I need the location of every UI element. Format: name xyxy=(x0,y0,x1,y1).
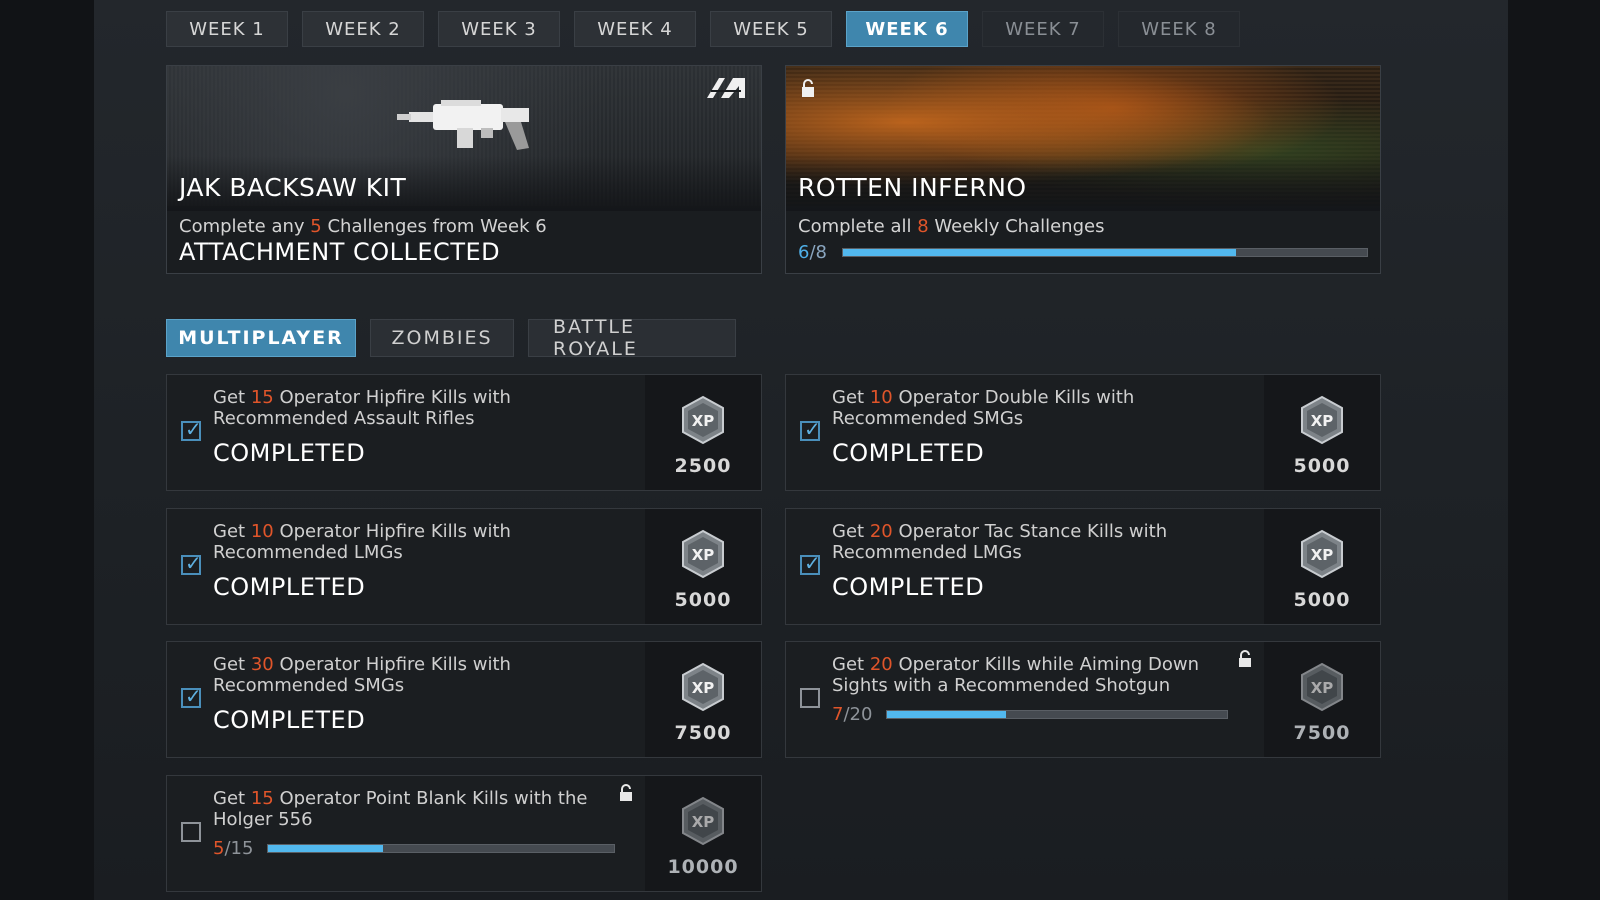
challenge-card[interactable]: ✓ Get 10 Operator Double Kills with Reco… xyxy=(785,374,1381,491)
completed-checkbox: ✓ xyxy=(181,684,202,708)
completed-checkbox: ✓ xyxy=(181,551,202,575)
xp-icon: XP xyxy=(1301,529,1343,579)
attachment-kit-icon xyxy=(397,100,529,150)
xp-icon: XP xyxy=(1301,395,1343,445)
progress-fill xyxy=(268,845,384,852)
lock-icon xyxy=(802,79,814,97)
xp-reward: 5000 xyxy=(1293,455,1351,477)
tab-week-1[interactable]: WEEK 1 xyxy=(166,11,288,47)
incomplete-checkbox xyxy=(800,688,820,708)
reward-title: ROTTEN INFERNO xyxy=(798,173,1027,202)
challenge-card[interactable]: ✓ Get 10 Operator Hipfire Kills with Rec… xyxy=(166,508,762,625)
challenge-progress: 7/20 xyxy=(832,704,1228,725)
svg-text:XP: XP xyxy=(692,679,715,697)
progress-count: 7/20 xyxy=(832,704,873,725)
progress-fill xyxy=(887,711,1006,718)
challenge-status: COMPLETED xyxy=(832,439,985,467)
challenge-card[interactable]: ✓ Get 15 Operator Hipfire Kills with Rec… xyxy=(166,374,762,491)
progress-count: 6/8 xyxy=(798,242,827,263)
reward-title: JAK BACKSAW KIT xyxy=(179,173,407,202)
tab-week-7[interactable]: WEEK 7 xyxy=(982,11,1104,47)
completed-checkbox: ✓ xyxy=(800,417,821,441)
xp-icon: XP xyxy=(682,796,724,846)
svg-text:XP: XP xyxy=(1311,412,1334,430)
challenge-description: Get 20 Operator Tac Stance Kills with Re… xyxy=(832,521,1168,563)
progress-bar xyxy=(267,844,615,853)
reward-description: Complete any 5 Challenges from Week 6 xyxy=(179,216,547,237)
right-backdrop xyxy=(1508,0,1600,900)
reward-description: Complete all 8 Weekly Challenges xyxy=(798,216,1105,237)
tab-week-3[interactable]: WEEK 3 xyxy=(438,11,560,47)
completed-checkbox: ✓ xyxy=(181,417,202,441)
check-icon: ✓ xyxy=(185,551,202,575)
challenge-status: COMPLETED xyxy=(213,573,366,601)
reward-status: ATTACHMENT COLLECTED xyxy=(179,238,501,266)
svg-text:XP: XP xyxy=(692,813,715,831)
xp-reward: 2500 xyxy=(674,455,732,477)
challenge-card[interactable]: ✓ Get 20 Operator Tac Stance Kills with … xyxy=(785,508,1381,625)
svg-text:XP: XP xyxy=(1311,679,1334,697)
tab-week-8[interactable]: WEEK 8 xyxy=(1118,11,1240,47)
reward-progress: 6/8 xyxy=(798,242,1368,263)
xp-reward: 5000 xyxy=(1293,589,1351,611)
challenge-description: Get 20 Operator Kills while Aiming Down … xyxy=(832,654,1199,696)
completed-checkbox: ✓ xyxy=(800,551,821,575)
challenge-status: COMPLETED xyxy=(213,706,366,734)
week-tabs: WEEK 1 WEEK 2 WEEK 3 WEEK 4 WEEK 5 WEEK … xyxy=(166,11,1254,47)
weekly-reward-card[interactable]: JAK BACKSAW KIT Complete any 5 Challenge… xyxy=(166,65,762,274)
left-backdrop xyxy=(0,0,94,900)
challenge-description: Get 15 Operator Hipfire Kills with Recom… xyxy=(213,387,511,429)
tab-week-5[interactable]: WEEK 5 xyxy=(710,11,832,47)
check-icon: ✓ xyxy=(185,684,202,708)
xp-reward: 5000 xyxy=(674,589,732,611)
incomplete-checkbox xyxy=(181,822,201,842)
challenge-card[interactable]: Get 15 Operator Point Blank Kills with t… xyxy=(166,775,762,892)
tab-week-6[interactable]: WEEK 6 xyxy=(846,11,968,47)
challenge-status: COMPLETED xyxy=(213,439,366,467)
check-icon: ✓ xyxy=(185,417,202,441)
challenge-description: Get 10 Operator Double Kills with Recomm… xyxy=(832,387,1135,429)
challenge-card[interactable]: Get 20 Operator Kills while Aiming Down … xyxy=(785,641,1381,758)
challenge-status: COMPLETED xyxy=(832,573,985,601)
svg-text:XP: XP xyxy=(692,412,715,430)
tab-battle-royale[interactable]: BATTLE ROYALE xyxy=(528,316,736,360)
xp-reward: 7500 xyxy=(1293,722,1351,744)
check-icon: ✓ xyxy=(804,551,821,575)
svg-text:XP: XP xyxy=(692,546,715,564)
xp-icon: XP xyxy=(1301,662,1343,712)
challenge-description: Get 10 Operator Hipfire Kills with Recom… xyxy=(213,521,511,563)
xp-reward: 10000 xyxy=(667,856,739,878)
brand-logo-icon xyxy=(707,78,745,98)
xp-icon: XP xyxy=(682,395,724,445)
xp-icon: XP xyxy=(682,529,724,579)
challenge-progress: 5/15 xyxy=(213,838,615,859)
challenge-description: Get 15 Operator Point Blank Kills with t… xyxy=(213,788,588,830)
master-reward-card[interactable]: ROTTEN INFERNO Complete all 8 Weekly Cha… xyxy=(785,65,1381,274)
progress-count: 5/15 xyxy=(213,838,254,859)
lock-icon xyxy=(1239,650,1251,667)
svg-text:XP: XP xyxy=(1311,546,1334,564)
challenge-description: Get 30 Operator Hipfire Kills with Recom… xyxy=(213,654,511,696)
check-icon: ✓ xyxy=(804,417,821,441)
tab-week-2[interactable]: WEEK 2 xyxy=(302,11,424,47)
mode-tabs: MULTIPLAYER ZOMBIES BATTLE ROYALE xyxy=(166,316,750,360)
progress-bar xyxy=(886,710,1228,719)
progress-bar xyxy=(842,248,1368,257)
tab-zombies[interactable]: ZOMBIES xyxy=(370,319,514,357)
xp-reward: 7500 xyxy=(674,722,732,744)
lock-icon xyxy=(620,784,632,801)
xp-icon: XP xyxy=(682,662,724,712)
tab-multiplayer[interactable]: MULTIPLAYER xyxy=(166,319,356,357)
challenge-card[interactable]: ✓ Get 30 Operator Hipfire Kills with Rec… xyxy=(166,641,762,758)
tab-week-4[interactable]: WEEK 4 xyxy=(574,11,696,47)
progress-fill xyxy=(843,249,1236,256)
